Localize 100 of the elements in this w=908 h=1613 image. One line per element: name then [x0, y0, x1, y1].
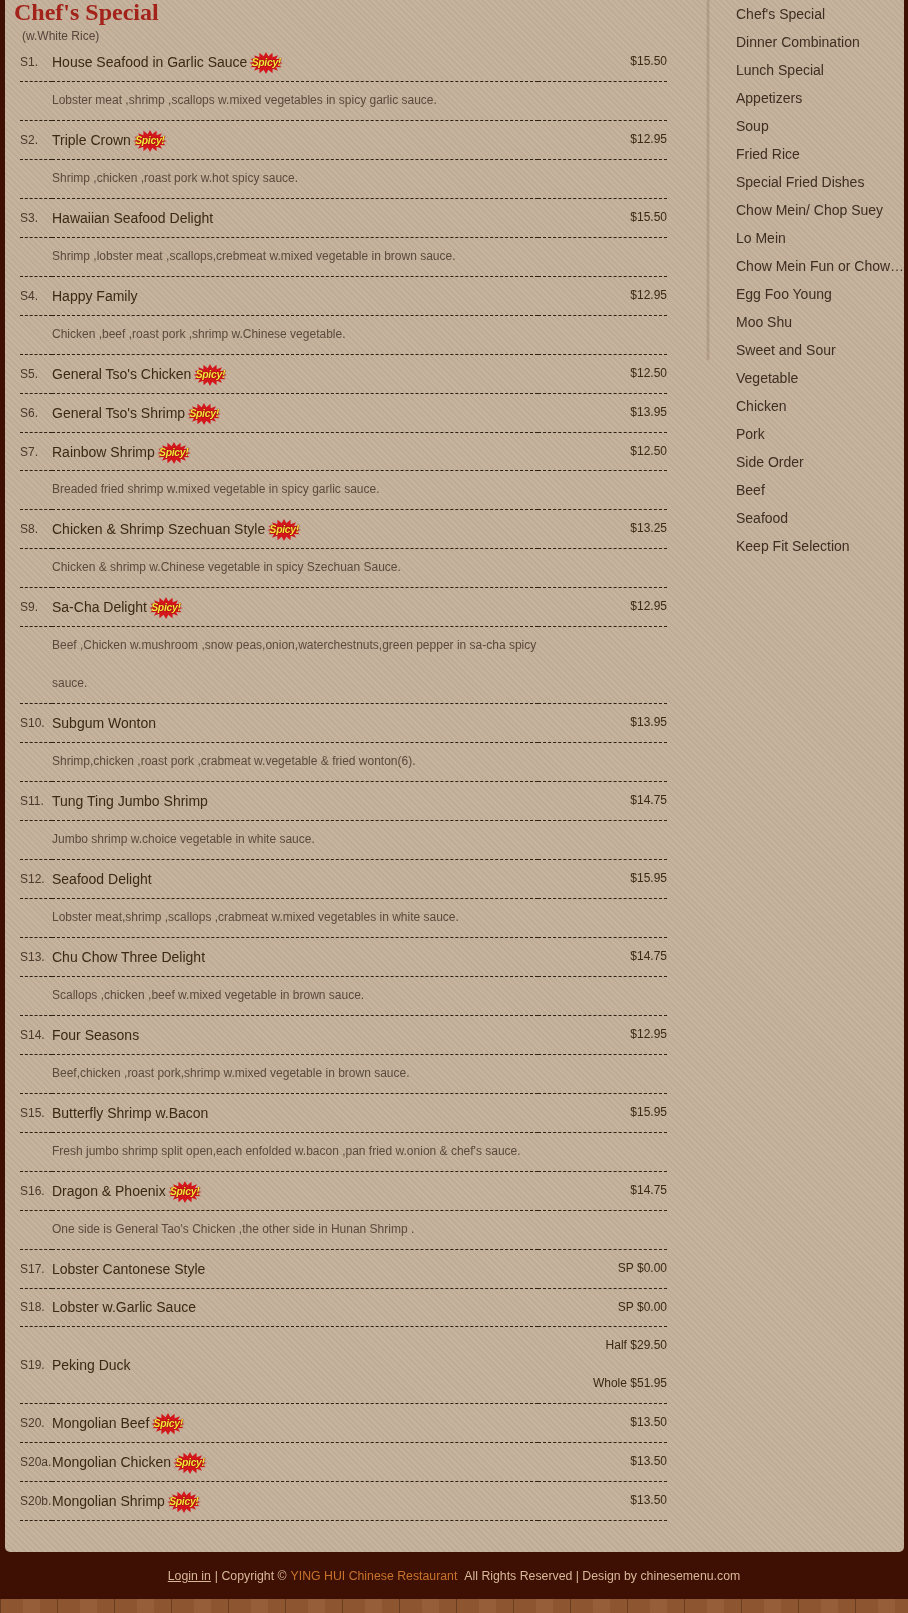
item-number: S15. — [20, 1105, 45, 1120]
category-link[interactable]: Seafood — [736, 504, 789, 532]
item-number: S1. — [20, 54, 38, 69]
category-link[interactable]: Beef — [736, 476, 765, 504]
category-link[interactable]: Lo Mein — [736, 224, 786, 252]
spicy-badge: Spicy! — [267, 519, 302, 542]
item-name: Seafood Delight — [52, 871, 152, 887]
item-name: Mongolian Chicken — [52, 1454, 172, 1471]
item-name: Lobster Cantonese Style — [52, 1260, 206, 1277]
category-link[interactable]: Side Order — [736, 448, 804, 476]
category-link[interactable]: Appetizers — [736, 84, 803, 112]
category-link[interactable]: Egg Foo Young — [736, 280, 832, 308]
spicy-badge: Spicy! — [173, 1452, 208, 1475]
item-price: $13.95 — [630, 714, 667, 732]
category-link[interactable]: Lunch Special — [736, 56, 824, 84]
item-name: Happy Family — [52, 287, 138, 304]
item-number: S13. — [20, 949, 45, 964]
category-link[interactable]: Chef's Special — [736, 0, 826, 28]
item-price: $12.95 — [630, 286, 667, 304]
item-number: S20a. — [20, 1455, 52, 1470]
category-link[interactable]: Soup — [736, 112, 769, 140]
item-number: S10. — [20, 716, 45, 731]
section-heading: Chef's Special — [14, 0, 159, 24]
copyright-text: | Copyright © — [214, 1568, 287, 1583]
item-price: $14.75 — [630, 792, 667, 810]
category-link[interactable]: Chow Mein/ Chop Suey — [736, 196, 884, 224]
item-price: $12.95 — [630, 598, 667, 616]
item-number: S7. — [20, 444, 38, 459]
item-number: S2. — [20, 132, 38, 147]
spicy-badge: Spicy! — [151, 1413, 186, 1436]
item-price: $15.50 — [630, 208, 667, 226]
item-name: Triple Crown — [52, 131, 131, 148]
item-price: $12.50 — [630, 442, 667, 460]
item-number: S20b. — [20, 1494, 52, 1509]
item-description: Beef,chicken ,roast pork,shrimp w.mixed vegetable in brown sauce. — [52, 1064, 410, 1082]
item-number: S4. — [20, 288, 38, 303]
category-link[interactable]: Keep Fit Selection — [736, 532, 850, 560]
item-name: Hawaiian Seafood Delight — [52, 209, 214, 226]
item-number: S6. — [20, 405, 38, 420]
item-name: Sa-Cha Delight — [52, 599, 147, 616]
item-price: $13.25 — [630, 520, 667, 538]
item-number: S17. — [20, 1261, 45, 1276]
item-name: Chicken & Shrimp Szechuan Style — [52, 521, 266, 538]
item-name: Dragon & Phoenix — [52, 1182, 166, 1199]
item-price: Half $29.50 — [605, 1337, 667, 1355]
item-price: $15.95 — [630, 1103, 667, 1121]
item-name: Peking Duck — [52, 1357, 131, 1374]
item-number: S16. — [20, 1183, 45, 1198]
spicy-badge: Spicy! — [193, 363, 228, 386]
item-number: S9. — [20, 600, 38, 615]
category-link[interactable]: Special Fried Dishes — [736, 168, 865, 196]
spicy-badge: Spicy! — [167, 1180, 202, 1203]
category-link[interactable]: Moo Shu — [736, 308, 793, 336]
item-name: Four Seasons — [52, 1026, 140, 1043]
category-link[interactable]: Sweet and Sour — [736, 336, 836, 364]
item-description: Scallops ,chicken ,beef w.mixed vegetable in brown sauce. — [52, 986, 365, 1004]
rights-text: All Rights Reserved | Design by chinesemenu.com — [464, 1568, 741, 1583]
item-price: $14.75 — [630, 947, 667, 965]
item-price: $12.95 — [630, 1025, 667, 1043]
item-description: Chicken ,beef ,roast pork ,shrimp w.Chinese vegetable. — [52, 325, 346, 343]
item-name: House Seafood in Garlic Sauce — [52, 53, 248, 70]
restaurant-link[interactable]: YING HUI Chinese Restaurant — [290, 1568, 458, 1583]
item-number: S3. — [20, 210, 38, 225]
item-description: One side is General Tao's Chicken ,the other side in Hunan Shrimp . — [52, 1220, 415, 1238]
item-number: S20. — [20, 1416, 45, 1431]
category-link[interactable]: Fried Rice — [736, 140, 800, 168]
item-price: Whole $51.95 — [592, 1375, 667, 1393]
item-name: Butterfly Shrimp w.Bacon — [52, 1104, 209, 1121]
item-price: $13.50 — [630, 1453, 667, 1471]
item-description: Lobster meat,shrimp ,scallops ,crabmeat w.mixed vegetables in white sauce. — [52, 908, 459, 926]
item-price: $15.50 — [630, 53, 667, 70]
login-link[interactable]: Login in — [167, 1568, 211, 1583]
item-price: $13.50 — [630, 1492, 667, 1510]
item-price: SP $0.00 — [617, 1298, 667, 1316]
item-name: General Tso's Shrimp — [52, 404, 186, 421]
category-link[interactable]: Dinner Combination — [736, 28, 860, 56]
spicy-badge: Spicy! — [132, 129, 167, 152]
category-link[interactable]: Chow Mein Fun or Chow… — [736, 252, 905, 280]
item-number: S12. — [20, 872, 45, 886]
item-name: Mongolian Beef — [52, 1415, 150, 1432]
item-description: Beef ,Chicken w.mushroom ,snow peas,onion,waterchestnuts,green pepper in sa-cha spicy sauce. — [52, 637, 538, 693]
category-link[interactable]: Pork — [736, 420, 765, 448]
item-price: $12.95 — [630, 130, 667, 148]
item-name: Subgum Wonton — [52, 715, 157, 732]
item-number: S14. — [20, 1027, 45, 1042]
item-price: $13.50 — [630, 1414, 667, 1432]
item-description: Breaded fried shrimp w.mixed vegetable in spicy garlic sauce. — [52, 481, 380, 499]
category-link[interactable]: Vegetable — [736, 364, 799, 392]
spicy-badge: Spicy! — [187, 402, 222, 425]
item-number: S19. — [20, 1358, 45, 1373]
item-name: Rainbow Shrimp — [52, 443, 155, 460]
item-price: $14.75 — [630, 1181, 667, 1199]
item-description: Lobster meat ,shrimp ,scallops w.mixed vegetables in spicy garlic sauce. — [52, 91, 437, 109]
item-description: Fresh jumbo shrimp split open,each enfolded w.bacon ,pan fried w.onion & chef's sauce. — [52, 1142, 521, 1160]
item-name: Lobster w.Garlic Sauce — [52, 1299, 196, 1316]
spicy-badge: Spicy! — [249, 51, 284, 74]
category-link[interactable]: Chicken — [736, 392, 787, 420]
item-description: Chicken & shrimp w.Chinese vegetable in spicy Szechuan Sauce. — [52, 559, 401, 577]
item-price: $12.50 — [630, 364, 667, 382]
section-subtitle: (w.White Rice) — [22, 29, 100, 43]
